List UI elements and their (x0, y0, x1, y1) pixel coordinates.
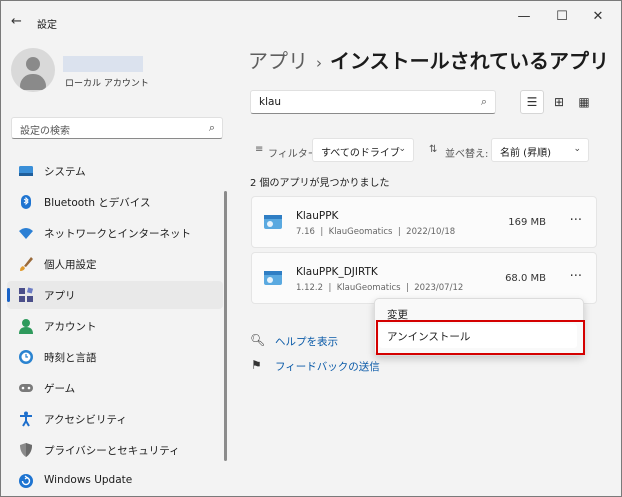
feedback-link[interactable]: フィードバックの送信 (275, 359, 380, 374)
sidebar-item-bluetooth[interactable]: Bluetooth とデバイス (7, 188, 223, 216)
result-count: 2 個のアプリが見つかりました (250, 178, 390, 189)
sidebar-item-label: ネットワークとインターネット (44, 228, 191, 240)
highlight-box (376, 320, 585, 355)
meta-separator: | (328, 283, 332, 293)
grid-view-button[interactable]: ⊞ (547, 90, 571, 114)
sidebar-item-personalization[interactable]: 個人用設定 (7, 250, 223, 278)
settings-window: ← 設定 — ☐ ✕ ローカル アカウント 設定の検索 ⌕ システム Bluet… (0, 0, 622, 497)
filter-value: すべてのドライブ (321, 148, 400, 159)
app-installer-icon (264, 215, 282, 229)
maximize-button[interactable]: ☐ (547, 9, 577, 24)
avatar-body (20, 74, 46, 90)
sidebar-item-windows-update[interactable]: Windows Update (7, 467, 223, 495)
sidebar-item-label: Windows Update (44, 474, 133, 486)
close-button[interactable]: ✕ (583, 9, 613, 24)
app-name: KlauPPK (296, 210, 339, 222)
sort-icon: ⇅ (429, 144, 438, 155)
app-search-value: klau (259, 96, 282, 108)
sidebar-item-time-language[interactable]: 時刻と言語 (7, 343, 223, 371)
accessibility-icon (20, 411, 32, 427)
sidebar-item-label: Bluetooth とデバイス (44, 197, 151, 209)
avatar[interactable] (11, 48, 55, 92)
shield-icon (20, 443, 32, 457)
app-version: 7.16 (296, 227, 315, 237)
avatar-head (26, 57, 40, 71)
list-view-button[interactable]: ☰ (520, 90, 544, 114)
page-title: インストールされているアプリ (330, 49, 609, 73)
search-icon: ⌕ (480, 95, 487, 108)
sidebar-item-privacy[interactable]: プライバシーとセキュリティ (7, 436, 223, 464)
settings-search-input[interactable]: 設定の検索 ⌕ (11, 117, 223, 139)
sidebar-item-network[interactable]: ネットワークとインターネット (7, 219, 223, 247)
chevron-down-icon: ⌄ (398, 144, 406, 154)
sidebar-item-label: 個人用設定 (44, 259, 97, 271)
sidebar-item-accessibility[interactable]: アクセシビリティ (7, 405, 223, 433)
help-link[interactable]: ヘルプを表示 (275, 334, 338, 349)
app-size: 68.0 MB (505, 273, 546, 284)
sidebar-item-accounts[interactable]: アカウント (7, 312, 223, 340)
search-icon: ⌕ (208, 121, 215, 134)
filter-dropdown[interactable]: すべてのドライブ ⌄ (312, 138, 414, 162)
more-options-button[interactable]: ··· (570, 213, 582, 228)
chevron-right-icon: › (316, 54, 322, 72)
bluetooth-icon (21, 195, 31, 209)
window-title: 設定 (37, 20, 57, 31)
app-installer-icon (264, 271, 282, 285)
sort-dropdown[interactable]: 名前 (昇順) ⌄ (491, 138, 589, 162)
brush-icon (20, 257, 33, 271)
app-list-item[interactable]: KlauPPK_DJIRTK 1.12.2 | KlauGeomatics | … (251, 252, 597, 304)
breadcrumb-parent[interactable]: アプリ (248, 49, 308, 73)
sidebar-item-label: アプリ (44, 290, 76, 302)
app-publisher: KlauGeomatics (336, 283, 401, 293)
tile-view-button[interactable]: ▦ (572, 90, 596, 114)
apps-icon (19, 287, 34, 302)
feedback-icon: ⚑ (251, 358, 262, 372)
sidebar-item-gaming[interactable]: ゲーム (7, 374, 223, 402)
update-icon (19, 474, 33, 488)
settings-search-placeholder: 設定の検索 (20, 126, 70, 137)
app-version: 1.12.2 (296, 283, 324, 293)
back-arrow-icon[interactable]: ← (11, 14, 22, 29)
app-publisher: KlauGeomatics (328, 227, 393, 237)
more-options-button[interactable]: ··· (570, 269, 582, 284)
app-name: KlauPPK_DJIRTK (296, 266, 378, 278)
sidebar-item-label: ゲーム (44, 383, 76, 395)
app-meta: 7.16 | KlauGeomatics | 2022/10/18 (296, 227, 455, 237)
chevron-down-icon: ⌄ (573, 144, 581, 154)
account-type: ローカル アカウント (65, 79, 149, 89)
sidebar-item-apps[interactable]: アプリ (7, 281, 223, 309)
meta-separator: | (397, 227, 401, 237)
account-name-redacted (63, 56, 143, 72)
sidebar-item-label: アカウント (44, 321, 97, 333)
sidebar-item-label: アクセシビリティ (44, 414, 127, 426)
person-icon (19, 319, 33, 334)
title-bar: ← 設定 — ☐ ✕ (1, 1, 621, 37)
app-search-input[interactable]: klau ⌕ (250, 90, 496, 114)
globe-clock-icon (19, 350, 33, 364)
gamepad-icon (19, 384, 33, 392)
app-list-item[interactable]: KlauPPK 7.16 | KlauGeomatics | 2022/10/1… (251, 196, 597, 248)
sort-label: 並べ替え: (445, 149, 489, 160)
app-install-date: 2023/07/12 (414, 283, 464, 293)
filter-icon: ≡ (255, 144, 264, 155)
app-size: 169 MB (508, 217, 546, 228)
help-icon: 🔍︎ (250, 333, 266, 347)
meta-separator: | (320, 227, 324, 237)
sidebar-item-system[interactable]: システム (7, 157, 223, 185)
app-install-date: 2022/10/18 (406, 227, 456, 237)
sidebar-item-label: 時刻と言語 (44, 352, 97, 364)
meta-separator: | (405, 283, 409, 293)
sort-value: 名前 (昇順) (500, 148, 551, 159)
wifi-icon (19, 228, 33, 239)
app-meta: 1.12.2 | KlauGeomatics | 2023/07/12 (296, 283, 463, 293)
breadcrumb: アプリ › インストールされているアプリ (248, 45, 609, 74)
monitor-icon (19, 166, 33, 176)
sidebar-scrollbar[interactable] (224, 191, 227, 461)
sidebar-item-label: プライバシーとセキュリティ (44, 445, 180, 457)
sidebar-item-label: システム (44, 166, 86, 178)
active-indicator (7, 288, 10, 302)
minimize-button[interactable]: — (509, 9, 539, 24)
